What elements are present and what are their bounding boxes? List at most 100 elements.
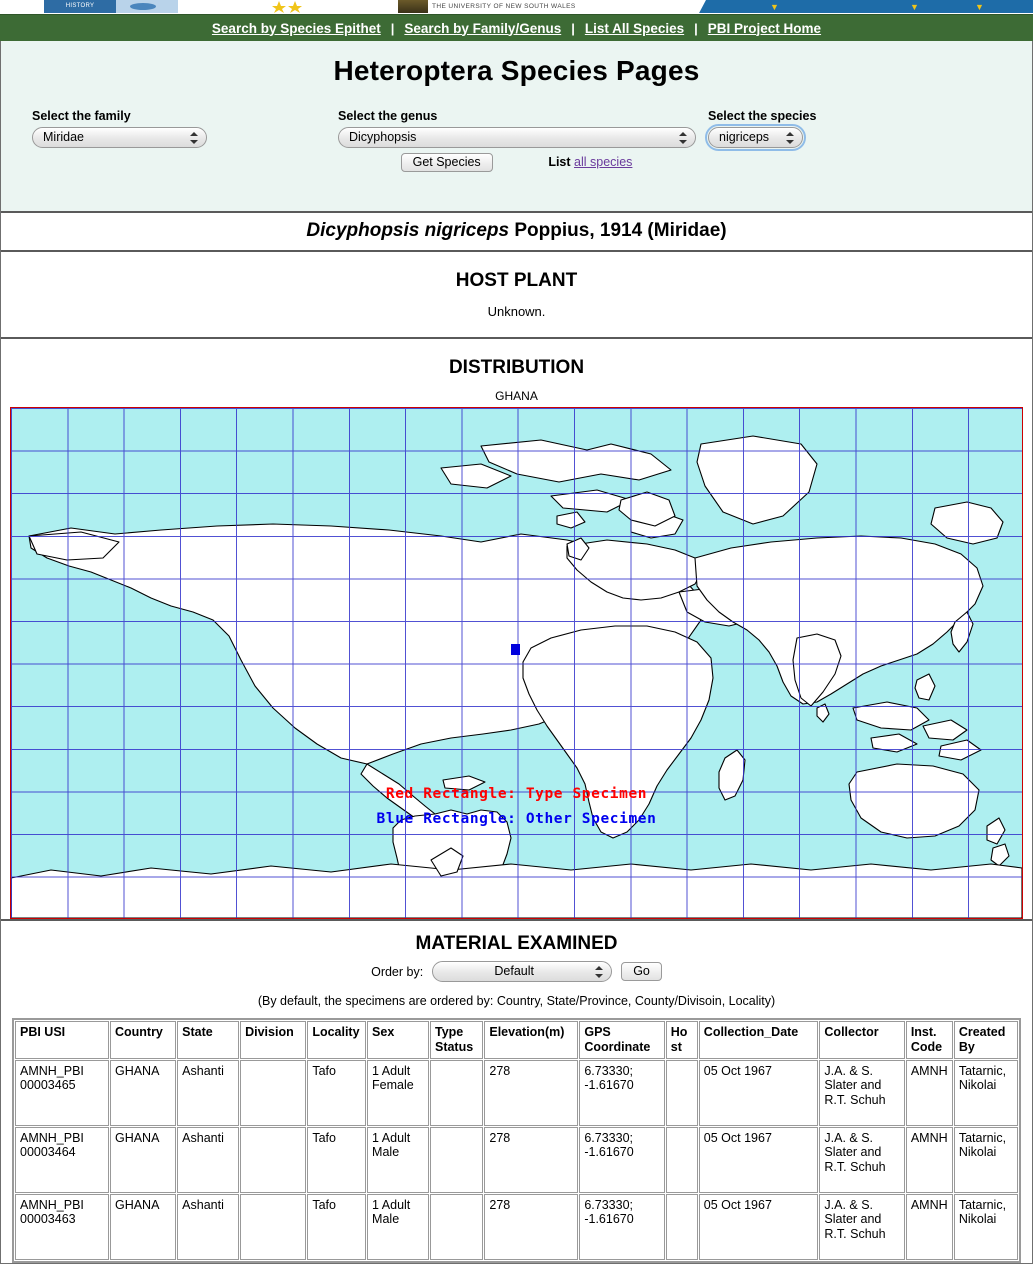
specimen-marker-other [511,644,520,655]
cell-collector: J.A. & S. Slater and R.T. Schuh [819,1193,905,1260]
chevron-updown-icon [679,130,688,146]
order-by-row: Order by: Default Go [1,961,1032,982]
nav-search-by-species-epithet[interactable]: Search by Species Epithet [202,21,391,36]
amnh-logo-secondary[interactable] [116,0,178,13]
family-selector-group: Select the family Miridae [32,109,207,150]
host-plant-heading: HOST PLANT [455,270,578,291]
family-select[interactable]: Miridae [32,127,207,148]
get-species-button[interactable]: Get Species [400,153,493,172]
col-elevation: Elevation(m) [484,1021,579,1059]
map-legend-other-specimen: Blue Rectangle: Other Specimen [376,811,657,827]
cell-elevation: 278 [484,1193,579,1260]
species-heading: Dicyphopsis nigriceps Poppius, 1914 (Mir… [1,213,1032,250]
col-collection-date: Collection_Date [698,1021,819,1059]
page-frame: Heteroptera Species Pages Select the fam… [0,41,1033,1264]
nav-search-by-family-genus[interactable]: Search by Family/Genus [394,21,571,36]
nav-list-all-species[interactable]: List All Species [575,21,694,36]
cell-type-status [429,1193,484,1260]
cell-division [240,1193,307,1260]
page-title: Heteroptera Species Pages [333,55,700,86]
species-label: Select the species [708,109,817,123]
col-locality: Locality [307,1021,367,1059]
order-by-label: Order by: [371,964,424,979]
cell-created-by: Tatarnic, Nikolai [953,1126,1018,1193]
cell-pbi-usi: AMNH_PBI 00003465 [15,1059,109,1126]
cell-host [665,1126,698,1193]
genus-select[interactable]: Dicyphopsis [338,127,696,148]
cell-pbi-usi: AMNH_PBI 00003464 [15,1126,109,1193]
cell-host [665,1059,698,1126]
material-examined-heading: MATERIAL EXAMINED [415,933,618,954]
order-by-select-value: Default [494,964,534,978]
partner-banner: ▼ ▼ ▼ [620,0,1033,13]
cell-locality: Tafo [307,1059,367,1126]
family-select-value: Miridae [43,130,84,144]
genus-select-value: Dicyphopsis [349,130,417,144]
selector-row: Select the family Miridae Select the gen… [1,109,1032,181]
host-plant-value: Unknown. [487,304,546,319]
col-host: Host [665,1021,698,1059]
world-map-graphic [11,435,1022,918]
cell-inst-code: AMNH [905,1126,953,1193]
cell-country: GHANA [109,1193,177,1260]
cell-elevation: 278 [484,1126,579,1193]
col-sex: Sex [367,1021,429,1059]
cell-state: Ashanti [177,1126,240,1193]
cell-state: Ashanti [177,1059,240,1126]
list-prefix-label: List [548,155,571,169]
cell-sex: 1 Adult Male [367,1193,429,1260]
amnh-logo[interactable]: HISTORY [44,0,116,13]
go-button[interactable]: Go [621,962,662,981]
cell-type-status [429,1059,484,1126]
specimen-table-body: AMNH_PBI 00003465 GHANA Ashanti Tafo 1 A… [15,1059,1018,1260]
cell-state: Ashanti [177,1193,240,1260]
distribution-map[interactable]: Red Rectangle: Type Specimen Blue Rectan… [10,407,1023,919]
species-binomial: Dicyphopsis nigriceps [306,220,510,241]
table-header-row: PBI USI Country State Division Locality … [15,1021,1018,1059]
cell-gps: 6.73330; -1.61670 [579,1126,665,1193]
cell-inst-code: AMNH [905,1193,953,1260]
cell-country: GHANA [109,1059,177,1126]
chevron-updown-icon [190,130,199,146]
cell-inst-code: AMNH [905,1059,953,1126]
distribution-country: GHANA [495,389,538,403]
col-inst-code: Inst. Code [905,1021,953,1059]
cell-host [665,1193,698,1260]
col-pbi-usi: PBI USI [15,1021,109,1059]
genus-label: Select the genus [338,109,438,123]
cell-created-by: Tatarnic, Nikolai [953,1193,1018,1260]
all-species-link[interactable]: all species [574,155,632,169]
cell-created-by: Tatarnic, Nikolai [953,1059,1018,1126]
cell-elevation: 278 [484,1059,579,1126]
col-division: Division [240,1021,307,1059]
species-authority: Poppius, 1914 (Miridae) [509,220,727,241]
table-row: AMNH_PBI 00003465 GHANA Ashanti Tafo 1 A… [15,1059,1018,1126]
species-select[interactable]: nigriceps [705,124,806,151]
cell-collection-date: 05 Oct 1967 [698,1193,819,1260]
cell-collection-date: 05 Oct 1967 [698,1059,819,1126]
cell-gps: 6.73330; -1.61670 [579,1193,665,1260]
species-name-section: Dicyphopsis nigriceps Poppius, 1914 (Mir… [1,213,1032,252]
specimen-table: PBI USI Country State Division Locality … [12,1018,1021,1263]
map-legend-type-specimen: Red Rectangle: Type Specimen [385,786,648,802]
main-navigation: Search by Species Epithet | Search by Fa… [0,14,1033,41]
list-all-species-wrapper: List all species [548,155,632,169]
table-row: AMNH_PBI 00003464 GHANA Ashanti Tafo 1 A… [15,1126,1018,1193]
col-collector: Collector [819,1021,905,1059]
unsw-crest-icon [398,0,428,13]
order-by-select[interactable]: Default [432,961,613,982]
cell-collector: J.A. & S. Slater and R.T. Schuh [819,1126,905,1193]
cell-division [240,1126,307,1193]
cell-division [240,1059,307,1126]
cell-collector: J.A. & S. Slater and R.T. Schuh [819,1059,905,1126]
unsw-label: THE UNIVERSITY OF NEW SOUTH WALES [432,3,576,10]
col-type-status: Type Status [429,1021,484,1059]
table-row: AMNH_PBI 00003463 GHANA Ashanti Tafo 1 A… [15,1193,1018,1260]
action-row: Get Species List all species [1,153,1032,172]
cell-pbi-usi: AMNH_PBI 00003463 [15,1193,109,1260]
chevron-updown-icon [786,130,795,146]
nav-pbi-project-home[interactable]: PBI Project Home [698,21,831,36]
cell-locality: Tafo [307,1193,367,1260]
cell-locality: Tafo [307,1126,367,1193]
distribution-section: DISTRIBUTION GHANA Red Rectangle: Type S… [1,357,1032,921]
